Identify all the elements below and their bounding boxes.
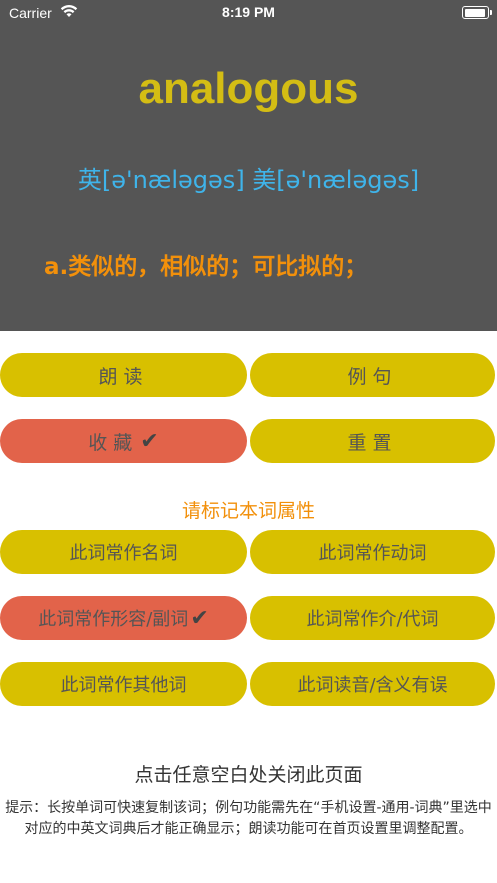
example-button[interactable]: 例句: [250, 353, 495, 397]
reset-label: 重置: [347, 431, 398, 454]
word-phonetic: 英[ə'næləgəs] 美[ə'næləgəs]: [77, 166, 420, 194]
adj-adv-button[interactable]: 此词常作形容/副词 ✔: [0, 596, 247, 640]
error-report-button[interactable]: 此词读音/含义有误: [250, 662, 495, 706]
status-bar: Carrier 8:19 PM: [0, 0, 497, 26]
reset-button[interactable]: 重置: [250, 419, 495, 463]
verb-label: 此词常作动词: [318, 543, 427, 564]
noun-label: 此词常作名词: [69, 543, 178, 564]
read-aloud-label: 朗读: [98, 365, 149, 388]
word-title[interactable]: analogous: [0, 64, 497, 114]
noun-button[interactable]: 此词常作名词: [0, 530, 247, 574]
read-aloud-button[interactable]: 朗读: [0, 353, 247, 397]
prep-pron-label: 此词常作介/代词: [306, 609, 439, 630]
status-time: 8:19 PM: [222, 4, 275, 20]
usage-tip: 提示：长按单词可快速复制该词；例句功能需先在“手机设置-通用-词典”里选中对应的…: [5, 800, 492, 837]
favorite-button[interactable]: 收藏 ✔: [0, 419, 247, 463]
checkmark-icon: ✔: [140, 428, 159, 454]
other-button[interactable]: 此词常作其他词: [0, 662, 247, 706]
close-hint: 点击任意空白处关闭此页面: [134, 764, 363, 786]
error-report-label: 此词读音/含义有误: [297, 675, 448, 696]
prep-pron-button[interactable]: 此词常作介/代词: [250, 596, 495, 640]
word-panel: Carrier 8:19 PM analogous 英[ə'næləgəs] 美…: [0, 0, 497, 331]
battery-icon: [462, 6, 492, 19]
adj-adv-label: 此词常作形容/副词: [38, 609, 189, 630]
verb-button[interactable]: 此词常作动词: [250, 530, 495, 574]
favorite-label: 收藏: [88, 431, 139, 454]
example-label: 例句: [347, 365, 398, 388]
word-meaning: a.类似的，相似的；可比拟的；: [44, 254, 368, 280]
checkmark-icon: ✔: [190, 605, 209, 631]
other-label: 此词常作其他词: [60, 675, 187, 696]
attribute-section-title: 请标记本词属性: [181, 500, 315, 522]
